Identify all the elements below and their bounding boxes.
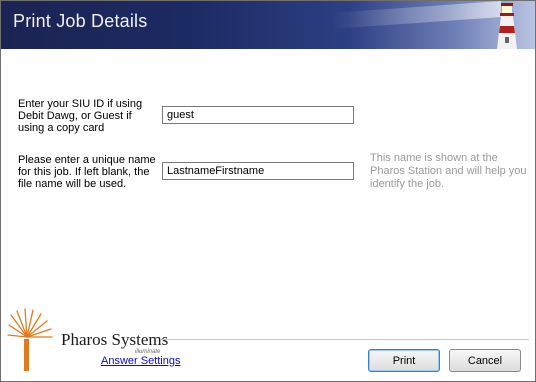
brand-name: Pharos Systems — [61, 330, 169, 349]
cancel-button[interactable]: Cancel — [449, 349, 521, 372]
job-name-input[interactable] — [162, 162, 354, 180]
job-name-label: Please enter a unique name for this job.… — [18, 154, 156, 190]
dialog-title: Print Job Details — [13, 11, 148, 31]
light-beam — [331, 1, 501, 29]
footer-divider — [161, 339, 529, 340]
header-banner: Print Job Details — [1, 1, 535, 49]
answer-settings-link[interactable]: Answer Settings — [101, 355, 180, 367]
siu-id-input[interactable] — [162, 106, 354, 124]
print-job-details-dialog: Print Job Details Enter your SIU ID if u… — [0, 0, 536, 382]
print-button[interactable]: Print — [368, 349, 440, 372]
lighthouse-icon — [497, 3, 517, 49]
siu-id-label: Enter your SIU ID if using Debit Dawg, o… — [18, 98, 143, 134]
job-name-hint: This name is shown at the Pharos Station… — [370, 152, 527, 190]
pharos-logo-icon — [7, 308, 53, 371]
